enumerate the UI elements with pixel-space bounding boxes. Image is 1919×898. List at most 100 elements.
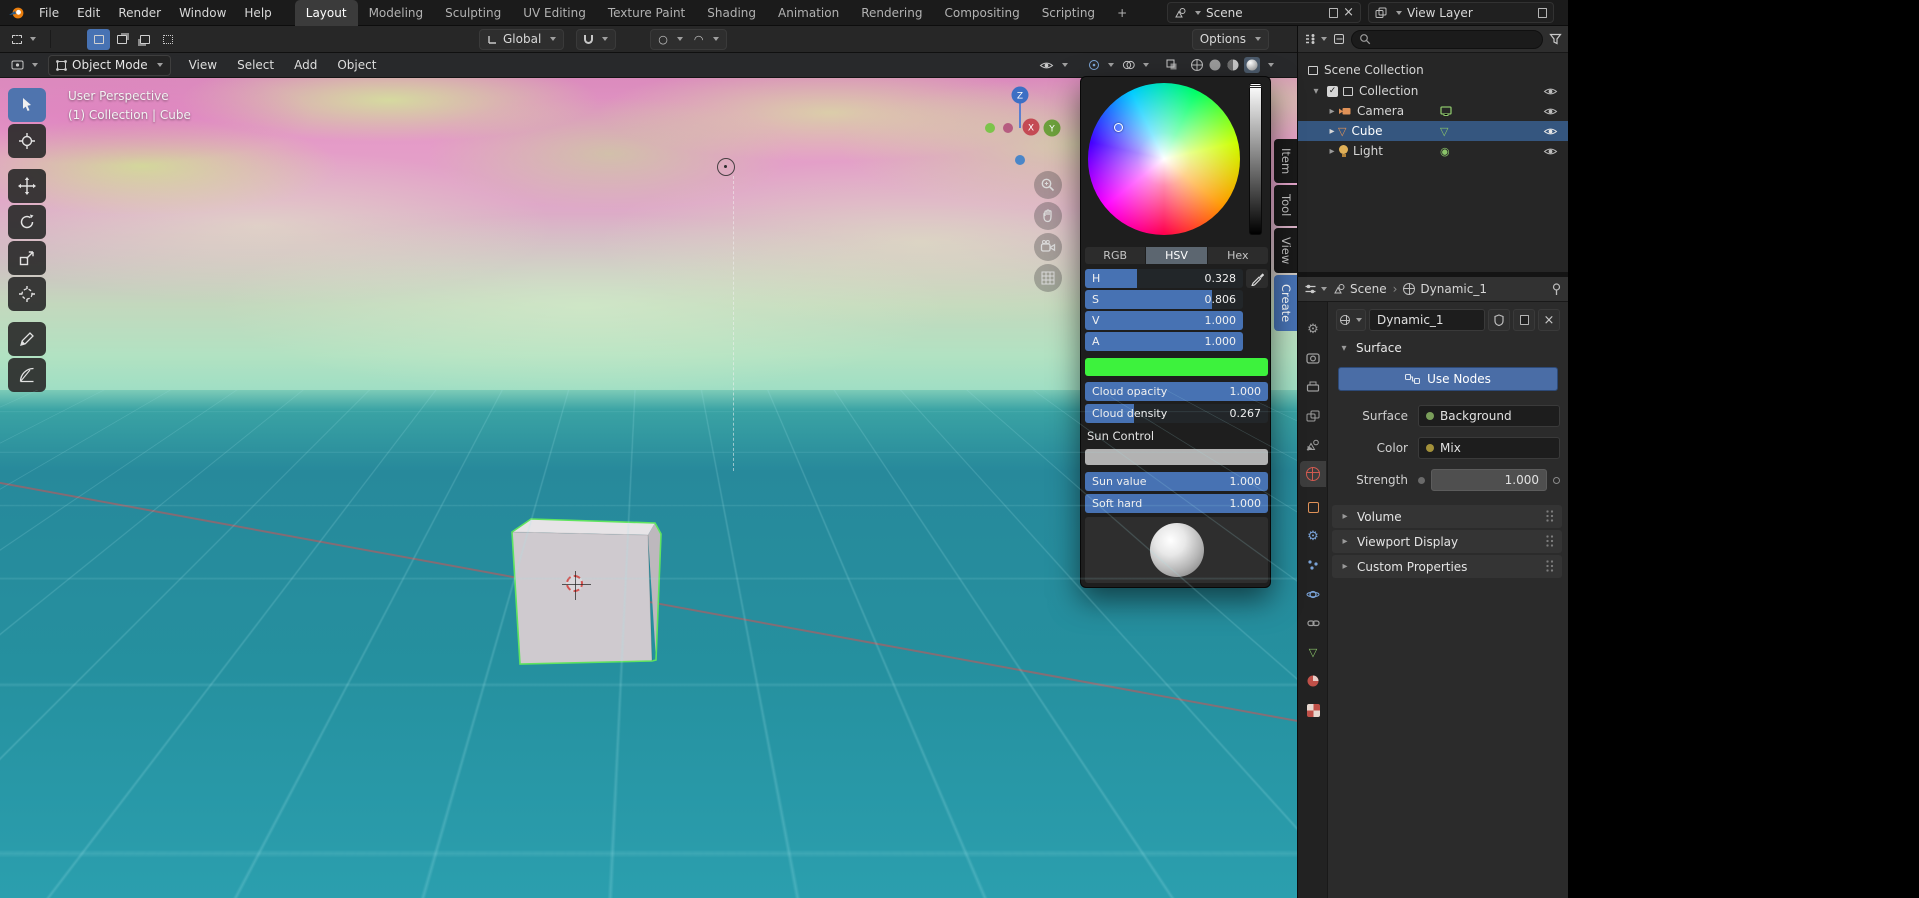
outliner-row-cube[interactable]: ▸ ▽ Cube ▽ <box>1298 121 1568 141</box>
section-volume[interactable]: ▸ Volume <box>1332 505 1562 528</box>
tab-object[interactable] <box>1300 494 1326 520</box>
outliner-row-collection[interactable]: ▾ ✓ Collection <box>1298 81 1568 101</box>
tool-measure[interactable] <box>8 358 46 392</box>
tab-rgb[interactable]: RGB <box>1085 247 1145 264</box>
transform-orientation-dropdown[interactable]: Global <box>479 29 564 50</box>
tool-move[interactable] <box>8 169 46 203</box>
tab-modeling[interactable]: Modeling <box>358 0 435 26</box>
material-shading-icon[interactable] <box>1226 58 1240 72</box>
tab-texture-paint[interactable]: Texture Paint <box>597 0 696 26</box>
value-slider[interactable] <box>1249 83 1262 235</box>
xray-toggle[interactable] <box>1160 55 1184 76</box>
new-world-button[interactable] <box>1513 309 1535 331</box>
sidebar-tab-view[interactable]: View <box>1274 228 1297 273</box>
tool-annotate[interactable] <box>8 322 46 356</box>
tab-physics[interactable] <box>1300 581 1326 607</box>
visibility-toggle[interactable] <box>1543 106 1558 117</box>
tab-scripting[interactable]: Scripting <box>1031 0 1106 26</box>
sun-direction-slider[interactable] <box>1085 449 1268 465</box>
tab-constraints[interactable] <box>1300 610 1326 636</box>
tab-animation[interactable]: Animation <box>767 0 850 26</box>
select-mode-subtract-button[interactable] <box>133 29 156 50</box>
expand-arrow[interactable]: ▸ <box>1326 106 1338 117</box>
menu-select[interactable]: Select <box>227 53 284 78</box>
drag-grip-icon[interactable] <box>1546 535 1555 548</box>
proportional-editing-dropdown[interactable]: ○ ◠ <box>650 29 726 50</box>
tab-uv-editing[interactable]: UV Editing <box>512 0 597 26</box>
outliner-row-light[interactable]: ▸ Light ◉ <box>1298 141 1568 161</box>
tab-compositing[interactable]: Compositing <box>933 0 1030 26</box>
pin-button[interactable] <box>1551 283 1562 296</box>
animate-dot[interactable] <box>1553 477 1560 484</box>
tool-rotate[interactable] <box>8 205 46 239</box>
cube-object[interactable] <box>505 515 667 673</box>
tool-select-box[interactable] <box>8 88 46 122</box>
sky-color-swatch[interactable] <box>1085 358 1268 376</box>
visibility-toggle[interactable] <box>1543 86 1558 97</box>
tab-hex[interactable]: Hex <box>1208 247 1268 264</box>
rendered-shading-button[interactable] <box>1244 57 1260 73</box>
soft-hard-slider[interactable]: Soft hard 1.000 <box>1085 494 1268 513</box>
cloud-opacity-slider[interactable]: Cloud opacity 1.000 <box>1085 382 1268 401</box>
section-custom-properties[interactable]: ▸ Custom Properties <box>1332 555 1562 578</box>
world-name-field[interactable]: Dynamic_1 <box>1369 309 1485 331</box>
expand-arrow[interactable]: ▾ <box>1310 86 1322 97</box>
menu-object[interactable]: Object <box>327 53 386 78</box>
options-dropdown[interactable]: Options <box>1192 29 1269 50</box>
tab-rendering[interactable]: Rendering <box>850 0 933 26</box>
tab-shading[interactable]: Shading <box>696 0 767 26</box>
menu-edit[interactable]: Edit <box>68 0 109 26</box>
scene-selector[interactable]: Scene × <box>1167 2 1361 23</box>
search-input[interactable] <box>1351 30 1543 49</box>
section-viewport-display[interactable]: ▸ Viewport Display <box>1332 530 1562 553</box>
value-number-slider[interactable]: V 1.000 <box>1085 311 1243 330</box>
value-slider-handle[interactable] <box>1249 85 1262 88</box>
expand-arrow[interactable]: ▸ <box>1326 146 1338 157</box>
decorator-dot[interactable] <box>1418 477 1425 484</box>
sun-value-slider[interactable]: Sun value 1.000 <box>1085 472 1268 491</box>
select-mode-new-button[interactable] <box>87 29 110 50</box>
use-nodes-button[interactable]: Use Nodes <box>1338 367 1558 391</box>
surface-shader-dropdown[interactable]: Background <box>1418 405 1560 427</box>
view-layer-selector[interactable]: View Layer <box>1368 2 1554 23</box>
tab-world[interactable] <box>1300 461 1326 487</box>
tab-hsv[interactable]: HSV <box>1146 247 1206 264</box>
tab-object-data[interactable]: ▽ <box>1300 639 1326 665</box>
sidebar-tab-tool[interactable]: Tool <box>1274 185 1297 225</box>
select-mode-extend-button[interactable] <box>110 29 133 50</box>
navigation-gizmo[interactable]: Z X Y <box>975 83 1067 175</box>
visibility-toggle[interactable] <box>1543 146 1558 157</box>
tab-texture[interactable] <box>1300 697 1326 723</box>
camera-view-button[interactable] <box>1034 233 1062 261</box>
tab-modifiers[interactable]: ⚙ <box>1300 523 1326 549</box>
drag-grip-icon[interactable] <box>1546 560 1555 573</box>
overlays-dropdown[interactable] <box>1116 55 1155 76</box>
expand-arrow[interactable]: ▸ <box>1326 126 1338 137</box>
tab-tool[interactable]: ⚙ <box>1300 316 1326 342</box>
tab-material[interactable] <box>1300 668 1326 694</box>
drag-grip-icon[interactable] <box>1546 510 1555 523</box>
select-mode-intersect-button[interactable] <box>156 29 179 50</box>
filter-icon[interactable] <box>1549 33 1562 45</box>
menu-view[interactable]: View <box>179 53 227 78</box>
toggle-ortho-button[interactable] <box>1034 264 1062 292</box>
eyedropper-button[interactable] <box>1246 269 1268 288</box>
tab-render[interactable] <box>1300 345 1326 371</box>
sidebar-tab-create[interactable]: Create <box>1274 275 1297 331</box>
tool-scale[interactable] <box>8 241 46 275</box>
light-gizmo[interactable] <box>717 158 735 176</box>
hue-slider[interactable]: H 0.328 <box>1085 269 1243 288</box>
tab-layout[interactable]: Layout <box>295 0 358 26</box>
outliner-row-camera[interactable]: ▸ Camera <box>1298 101 1568 121</box>
menu-add[interactable]: Add <box>284 53 327 78</box>
expand-arrow[interactable]: ▸ <box>1304 443 1316 454</box>
zoom-button[interactable] <box>1034 171 1062 199</box>
menu-file[interactable]: File <box>30 0 68 26</box>
outliner-row-scene-collection[interactable]: Scene Collection <box>1298 60 1568 80</box>
pan-button[interactable] <box>1034 202 1062 230</box>
menu-window[interactable]: Window <box>170 0 235 26</box>
snap-dropdown[interactable] <box>576 29 616 50</box>
copy-icon[interactable] <box>1538 8 1547 18</box>
region-divider[interactable] <box>1297 272 1568 277</box>
visibility-toggle[interactable] <box>1543 126 1558 137</box>
